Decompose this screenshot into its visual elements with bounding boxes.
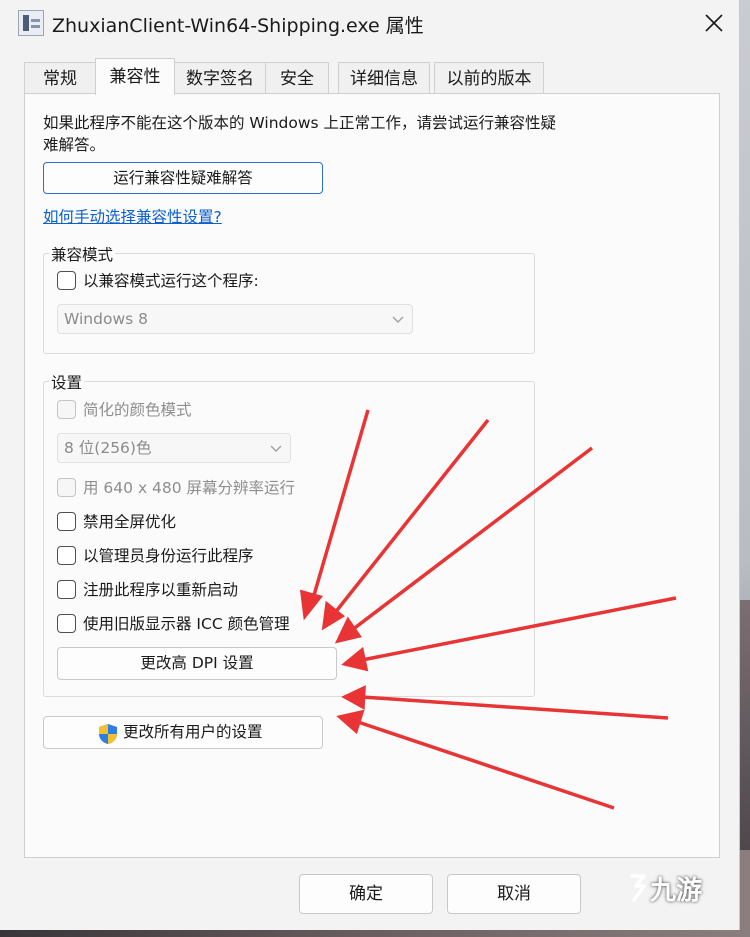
annotation-arrow <box>299 409 677 810</box>
watermark-logo-icon <box>630 874 646 902</box>
watermark-text: 九游 <box>650 876 703 906</box>
tab-compatibility[interactable]: 兼容性 <box>95 58 175 95</box>
annotation-arrows <box>299 409 677 810</box>
